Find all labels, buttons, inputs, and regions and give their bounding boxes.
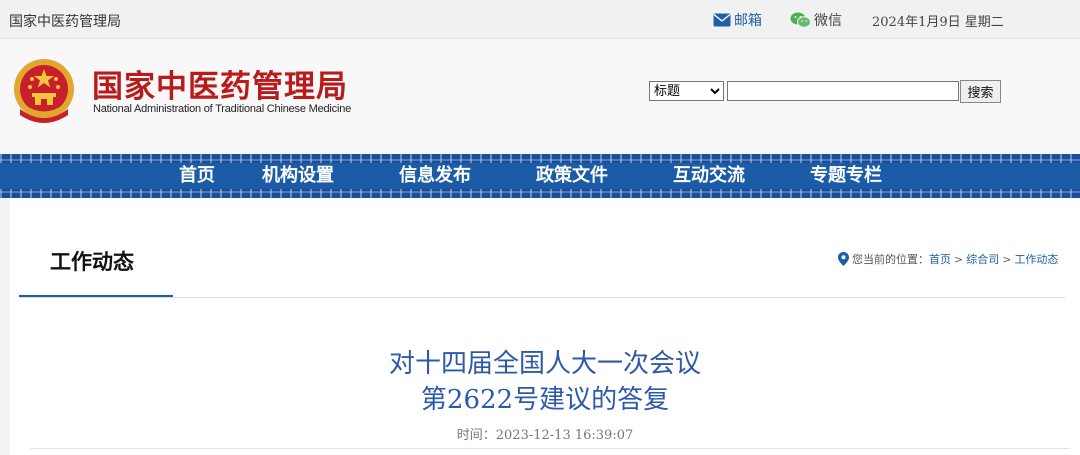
search-button[interactable]: 搜索 — [960, 80, 1001, 103]
article-time-value: 2023-12-13 16:39:07 — [495, 428, 634, 443]
breadcrumb-prefix: 您当前的位置： — [852, 253, 929, 266]
wechat-icon — [790, 12, 811, 28]
breadcrumb-separator: > — [1002, 252, 1012, 266]
logo-chinese-title[interactable]: 国家中医药管理局 — [92, 61, 348, 106]
mail-icon — [713, 13, 731, 27]
site-header: 国家中医药管理局 National Administration of Trad… — [0, 39, 1080, 154]
nav-item-interaction[interactable]: 互动交流 — [673, 163, 745, 189]
main-nav: 首页 机构设置 信息发布 政策文件 互动交流 专题专栏 — [0, 154, 1080, 198]
wechat-link[interactable]: 微信 — [790, 10, 842, 30]
nav-item-policy-docs[interactable]: 政策文件 — [536, 163, 608, 189]
article-header-divider — [30, 448, 1070, 449]
mail-link[interactable]: 邮箱 — [713, 10, 762, 30]
search-input[interactable] — [727, 81, 959, 101]
top-bar: 国家中医药管理局 邮箱 微信 2024年1月9日 星期二 — [0, 0, 1080, 39]
national-emblem[interactable] — [12, 57, 76, 127]
article-timestamp: 时间：2023-12-13 16:39:07 — [10, 424, 1080, 443]
mail-label: 邮箱 — [734, 13, 762, 29]
breadcrumb-current[interactable]: 工作动态 — [1014, 251, 1058, 267]
article-title-line1: 对十四届全国人大一次会议 — [388, 349, 701, 379]
breadcrumb-separator: > — [954, 252, 964, 266]
search-type-select[interactable]: 标题 — [649, 81, 724, 101]
article-time-label: 时间： — [456, 428, 496, 443]
breadcrumb-department[interactable]: 综合司 — [966, 251, 999, 267]
nav-item-home[interactable]: 首页 — [179, 163, 215, 189]
logo-english-title: National Administration of Traditional C… — [93, 103, 352, 115]
content-panel: 工作动态 您当前的位置： 首页 > 综合司 > 工作动态 对十四届全国人大一次会… — [10, 198, 1080, 455]
wechat-label: 微信 — [814, 13, 842, 29]
nav-bar-inner: 首页 机构设置 信息发布 政策文件 互动交流 专题专栏 — [0, 163, 1080, 189]
location-pin-icon — [838, 252, 849, 266]
breadcrumb: 您当前的位置： 首页 > 综合司 > 工作动态 — [838, 251, 1058, 267]
nav-item-organization[interactable]: 机构设置 — [262, 163, 334, 189]
article-title-line2: 第2622号建议的答复 — [420, 385, 670, 415]
site-name: 国家中医药管理局 — [9, 14, 121, 30]
breadcrumb-home[interactable]: 首页 — [929, 251, 951, 267]
nav-item-special-topics[interactable]: 专题专栏 — [810, 163, 882, 189]
current-date: 2024年1月9日 星期二 — [872, 15, 1004, 30]
section-divider — [19, 297, 1065, 298]
nav-item-info-release[interactable]: 信息发布 — [399, 163, 471, 189]
section-title: 工作动态 — [50, 250, 134, 274]
